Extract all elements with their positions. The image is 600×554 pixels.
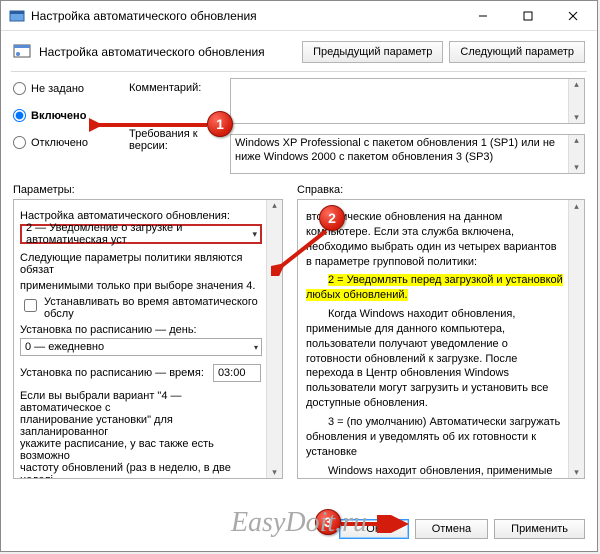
- state-radio-group: Не задано Включено Отключено: [13, 78, 123, 149]
- annotation-arrow-3: [339, 515, 409, 533]
- dialog-buttons: ОК Отмена Применить: [1, 511, 597, 547]
- help-p3: 3 = (по умолчанию) Автоматически загружа…: [306, 415, 564, 460]
- annotation-arrow-1: [89, 115, 209, 135]
- radio-not-configured[interactable]: Не задано: [13, 82, 123, 95]
- radio-disabled[interactable]: Отключено: [13, 136, 123, 149]
- help-panel: втоматические обновления на данном компь…: [297, 199, 585, 479]
- policy-note-2: применимыми только при выборе значения 4…: [20, 280, 262, 292]
- scrollbar[interactable]: ▴▾: [568, 200, 584, 478]
- app-icon: [9, 8, 25, 24]
- scrollbar[interactable]: ▴▾: [568, 79, 584, 123]
- maximize-button[interactable]: [505, 2, 550, 30]
- help-p2: Когда Windows находит обновления, примен…: [306, 307, 564, 411]
- policy-icon: [13, 43, 31, 61]
- next-param-button[interactable]: Следующий параметр: [449, 41, 585, 63]
- schedule-time-label: Установка по расписанию — время: 03:00: [20, 364, 262, 382]
- annotation-1: 1: [207, 111, 233, 137]
- params-panel: Настройка автоматического обновления: 2 …: [13, 199, 283, 479]
- tail-text: Если вы выбрали вариант "4 — автоматичес…: [20, 390, 262, 479]
- cancel-button[interactable]: Отмена: [415, 519, 488, 539]
- page-title: Настройка автоматического обновления: [39, 45, 296, 59]
- annotation-3: 3: [315, 509, 341, 535]
- radio-enabled-input[interactable]: [13, 109, 26, 122]
- header: Настройка автоматического обновления Пре…: [1, 31, 597, 69]
- annotation-arrow-2: [271, 226, 331, 276]
- schedule-day-select[interactable]: 0 — ежедневно ▾: [20, 338, 262, 356]
- annotation-2: 2: [319, 205, 345, 231]
- config-update-label: Настройка автоматического обновления:: [20, 210, 262, 222]
- window-title: Настройка автоматического обновления: [31, 9, 460, 23]
- dialog-window: Настройка автоматического обновления Нас…: [0, 0, 598, 552]
- apply-button[interactable]: Применить: [494, 519, 585, 539]
- config-update-dropdown[interactable]: 2 — Уведомление о загрузке и автоматичес…: [20, 224, 262, 244]
- close-button[interactable]: [550, 2, 595, 30]
- comment-textarea[interactable]: ▴▾: [230, 78, 585, 124]
- policy-note-1: Следующие параметры политики являются об…: [20, 252, 262, 276]
- chevron-down-icon: ▾: [252, 229, 257, 240]
- radio-disabled-input[interactable]: [13, 136, 26, 149]
- radio-not-configured-input[interactable]: [13, 82, 26, 95]
- chevron-down-icon: ▾: [254, 343, 258, 352]
- params-label: Параметры:: [13, 184, 283, 196]
- help-highlight: 2 = Уведомлять перед загрузкой и установ…: [306, 274, 563, 301]
- help-p4: Windows находит обновления, применимые д…: [306, 464, 564, 480]
- prev-param-button[interactable]: Предыдущий параметр: [302, 41, 443, 63]
- install-during-maintenance-checkbox[interactable]: [24, 299, 37, 312]
- comment-label: Комментарий:: [129, 78, 224, 94]
- separator: [11, 71, 587, 72]
- schedule-day-label: Установка по расписанию — день:: [20, 324, 262, 336]
- requirements-text: Windows XP Professional с пакетом обновл…: [235, 137, 555, 163]
- titlebar: Настройка автоматического обновления: [1, 1, 597, 31]
- install-during-maintenance[interactable]: Устанавливать во время автоматического о…: [20, 296, 262, 320]
- scrollbar[interactable]: ▴▾: [568, 135, 584, 173]
- help-label: Справка:: [297, 184, 585, 196]
- schedule-time-input[interactable]: 03:00: [213, 364, 261, 382]
- config-update-value: 2 — Уведомление о загрузке и автоматичес…: [26, 222, 242, 246]
- minimize-button[interactable]: [460, 2, 505, 30]
- requirements-box: Windows XP Professional с пакетом обновл…: [230, 134, 585, 174]
